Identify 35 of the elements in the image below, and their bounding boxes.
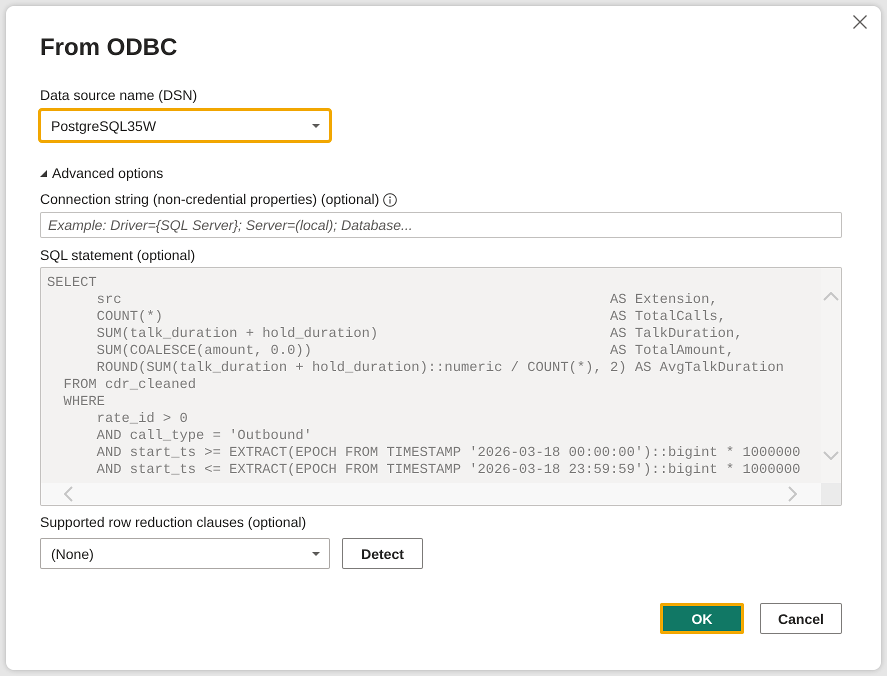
- ok-button[interactable]: OK: [660, 603, 744, 634]
- caret-icon: [312, 124, 320, 128]
- code-line: SUM(COALESCE(amount, 0.0)) AS TotalAmount,: [96, 343, 734, 360]
- code-line: AND start_ts >= EXTRACT(EPOCH FROM TIMESTAMP '2026-03-18 00:00:00')::bigint * 1000000: [96, 445, 800, 462]
- advanced-options-toggle[interactable]: Advanced options: [40, 163, 164, 183]
- connection-string-field[interactable]: Example: Driver={SQL Server}; Server=(local); Database...: [40, 212, 842, 238]
- code-line: SELECT: [47, 275, 97, 292]
- code-line: ROUND(SUM(talk_duration + hold_duration)::numeric / COUNT(*), 2) AS AvgTalkDuration: [96, 360, 784, 377]
- row-reduction-dropdown[interactable]: (None): [40, 538, 330, 569]
- code-line: SUM(talk_duration + hold_duration) AS TalkDuration,: [96, 326, 742, 343]
- caret-icon: [312, 552, 320, 556]
- horizontal-scrollbar[interactable]: [41, 483, 821, 505]
- scrollbar-corner: [821, 483, 841, 505]
- dialog-title: From ODBC: [40, 33, 178, 63]
- field-label: Data source name (DSN): [40, 86, 198, 105]
- chevron-right-icon[interactable]: [788, 486, 797, 502]
- code-line: AND call_type = 'Outbound': [96, 428, 312, 445]
- chevron-down-icon[interactable]: [823, 451, 839, 460]
- cancel-button[interactable]: Cancel: [760, 603, 842, 634]
- dsn-dropdown[interactable]: PostgreSQL35W: [40, 110, 330, 141]
- sql-statement-field[interactable]: [40, 267, 842, 506]
- field-label: SQL statement (optional): [40, 246, 196, 265]
- code-line: FROM cdr_cleaned: [62, 377, 196, 394]
- code-line: src AS Extension,: [96, 292, 718, 309]
- field-label: Supported row reduction clauses (optional): [40, 513, 306, 532]
- chevron-up-icon[interactable]: [823, 292, 839, 301]
- code-line: rate_id > 0: [96, 411, 188, 428]
- code-line: AND start_ts <= EXTRACT(EPOCH FROM TIMESTAMP '2026-03-18 23:59:59')::bigint * 1000000: [96, 462, 800, 479]
- info-icon[interactable]: [383, 193, 398, 207]
- chevron-left-icon[interactable]: [64, 486, 73, 502]
- close-icon[interactable]: [853, 15, 867, 29]
- code-line: WHERE: [62, 394, 105, 411]
- detect-button[interactable]: Detect: [342, 538, 423, 569]
- code-line: COUNT(*) AS TotalCalls,: [96, 309, 726, 326]
- field-label: Connection string (non-credential properties) (optional): [40, 190, 380, 209]
